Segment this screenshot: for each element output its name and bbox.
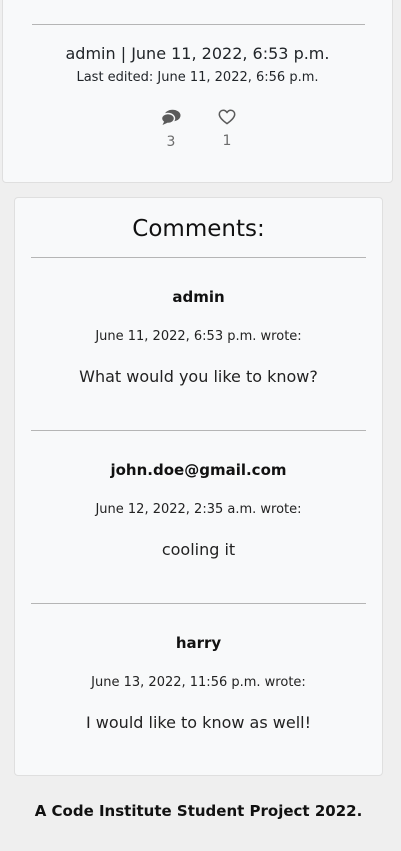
comments-count: 3 [166, 134, 176, 150]
comments-heading: Comments: [132, 216, 265, 242]
comments-icon [161, 109, 181, 125]
comment-date: June 11, 2022, 6:53 p.m. wrote: [95, 329, 302, 344]
post-divider [32, 24, 365, 25]
comments-stat: 3 [156, 109, 186, 150]
comment-date: June 13, 2022, 11:56 p.m. wrote: [91, 675, 306, 690]
comment-author: admin [172, 288, 225, 306]
comment-body: What would you like to know? [79, 367, 318, 386]
comments-divider [31, 257, 366, 258]
comment-date: June 12, 2022, 2:35 a.m. wrote: [95, 502, 302, 517]
like-button[interactable]: 1 [212, 109, 242, 149]
comment-body: I would like to know as well! [86, 713, 311, 732]
likes-count: 1 [222, 133, 232, 149]
post-author-date: admin | June 11, 2022, 6:53 p.m. [65, 44, 330, 63]
comments-section: Comments: admin June 11, 2022, 6:53 p.m.… [14, 197, 383, 776]
post-card: admin | June 11, 2022, 6:53 p.m. Last ed… [2, 0, 393, 183]
post-last-edited: Last edited: June 11, 2022, 6:56 p.m. [76, 70, 319, 85]
comment-body: cooling it [161, 540, 236, 559]
comment-author: john.doe@gmail.com [110, 461, 287, 479]
comment-divider [31, 603, 366, 604]
heart-outline-icon[interactable] [218, 109, 236, 125]
comment-author: harry [175, 634, 222, 652]
comment-divider [31, 430, 366, 431]
footer-text: A Code Institute Student Project 2022. [34, 802, 363, 820]
